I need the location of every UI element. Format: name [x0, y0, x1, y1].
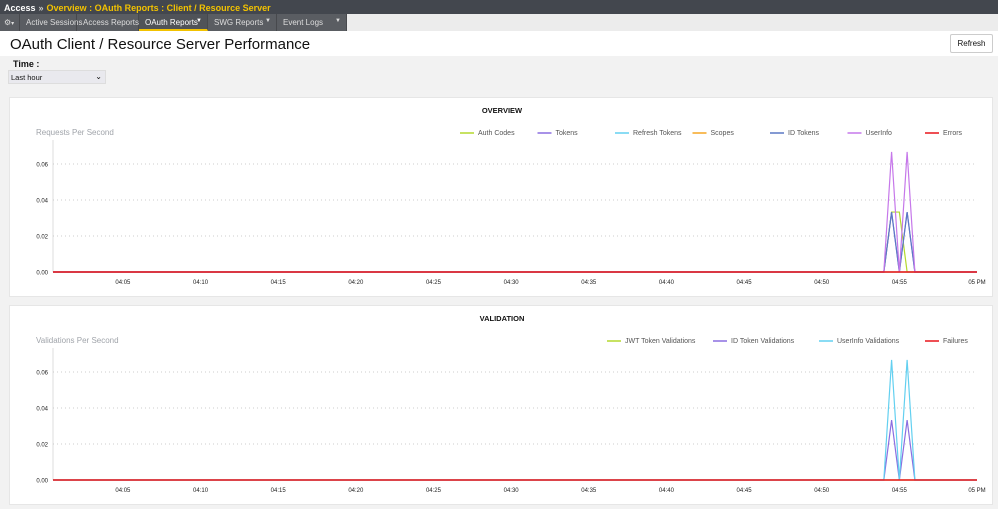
tab-label: Active Sessions — [26, 18, 83, 27]
legend-label: Failures — [943, 338, 968, 345]
y-tick-label: 0.06 — [36, 371, 48, 377]
series-line-id-tokens — [53, 211, 977, 273]
x-tick-label: 04:10 — [193, 488, 209, 494]
y-axis-label: Requests Per Second — [36, 128, 114, 137]
x-tick-label: 04:45 — [737, 488, 753, 494]
top-breadcrumb-bar: Access» Overview : OAuth Reports : Client… — [0, 0, 998, 14]
chevron-down-icon: ⌄ — [95, 72, 102, 81]
legend-label: ID Token Validations — [731, 338, 795, 345]
tab-label: Access Reports — [83, 18, 140, 27]
y-tick-label: 0.00 — [36, 271, 48, 277]
breadcrumb-separator: » — [38, 3, 44, 13]
y-tick-label: 0.04 — [36, 407, 48, 413]
chart-title: OVERVIEW — [482, 106, 523, 115]
tab-label: Event Logs — [283, 18, 324, 27]
time-label: Time : — [13, 59, 40, 69]
x-tick-label: 04:35 — [581, 488, 597, 494]
nav-tab-bar: ⚙▾ Active Sessions Access Reports OAuth … — [0, 14, 998, 31]
tab-swg-reports[interactable]: SWG Reports ▼ — [208, 14, 277, 31]
page-header: OAuth Client / Resource Server Performan… — [0, 31, 998, 56]
legend-label: Tokens — [556, 130, 579, 137]
y-tick-label: 0.06 — [36, 163, 48, 169]
page-title: OAuth Client / Resource Server Performan… — [10, 36, 311, 53]
validation-chart: VALIDATION Validations Per Second 0.00 0.02… — [36, 314, 986, 494]
x-tick-label: 04:40 — [659, 488, 675, 494]
chart-title: VALIDATION — [480, 314, 525, 323]
tab-oauth-reports[interactable]: OAuth Reports ▼ — [139, 14, 208, 31]
x-tick-label: 04:30 — [504, 488, 520, 494]
x-tick-label: 04:45 — [737, 280, 753, 286]
refresh-button[interactable]: Refresh — [950, 34, 993, 53]
tab-access-reports[interactable]: Access Reports — [77, 14, 139, 31]
time-range-select[interactable]: Last hour ⌄ — [8, 70, 106, 84]
x-tick-label: 04:30 — [504, 280, 520, 286]
legend-label: Auth Codes — [478, 130, 515, 137]
x-tick-label: 04:15 — [271, 488, 287, 494]
x-tick-label: 04:25 — [426, 280, 442, 286]
chevron-down-icon: ▼ — [335, 18, 341, 24]
x-tick-label: 04:10 — [193, 280, 209, 286]
x-tick-label: 04:15 — [271, 280, 287, 286]
tab-label: OAuth Reports — [145, 18, 198, 27]
legend-label: UserInfo Validations — [837, 338, 900, 345]
y-tick-label: 0.04 — [36, 199, 48, 205]
series-line-userinfo-validations — [53, 359, 977, 481]
validation-chart-panel: VALIDATION Validations Per Second 0.00 0.02… — [9, 305, 993, 505]
x-tick-label: 05 PM — [968, 280, 985, 286]
x-tick-label: 04:05 — [115, 488, 131, 494]
series-line-userinfo — [53, 151, 977, 273]
y-tick-label: 0.00 — [36, 479, 48, 485]
x-tick-label: 04:20 — [348, 280, 364, 286]
tab-label: SWG Reports — [214, 18, 264, 27]
x-tick-label: 04:55 — [892, 488, 908, 494]
legend-label: Refresh Tokens — [633, 130, 682, 137]
y-tick-label: 0.02 — [36, 235, 48, 241]
x-tick-label: 04:35 — [581, 280, 597, 286]
series-line-auth-codes — [53, 211, 977, 273]
overview-chart: OVERVIEW Requests Per Second 0.00 0.02 0.04 0… — [36, 106, 986, 286]
tab-event-logs[interactable]: Event Logs ▼ — [277, 14, 347, 31]
x-tick-label: 04:40 — [659, 280, 675, 286]
x-tick-label: 04:50 — [814, 280, 830, 286]
breadcrumb-root[interactable]: Access — [4, 3, 36, 13]
x-tick-label: 04:05 — [115, 280, 131, 286]
series-line-id-token-validations — [53, 419, 977, 481]
x-tick-label: 04:20 — [348, 488, 364, 494]
y-tick-label: 0.02 — [36, 443, 48, 449]
tab-settings[interactable]: ⚙▾ — [0, 14, 20, 31]
legend-label: UserInfo — [866, 130, 893, 137]
series-line-tokens — [53, 211, 977, 273]
chevron-down-icon: ▼ — [265, 18, 271, 24]
x-tick-label: 04:55 — [892, 280, 908, 286]
x-tick-label: 05 PM — [968, 488, 985, 494]
overview-chart-panel: OVERVIEW Requests Per Second 0.00 0.02 0.04 0… — [9, 97, 993, 297]
legend-label: ID Tokens — [788, 130, 819, 137]
time-range-value: Last hour — [11, 73, 43, 82]
breadcrumb[interactable]: Overview : OAuth Reports : Client / Reso… — [47, 3, 271, 13]
x-tick-label: 04:50 — [814, 488, 830, 494]
legend-label: Errors — [943, 130, 963, 137]
chevron-down-icon: ▾ — [11, 21, 15, 27]
x-tick-label: 04:25 — [426, 488, 442, 494]
legend-label: Scopes — [711, 130, 735, 137]
y-axis-label: Validations Per Second — [36, 336, 119, 345]
legend-label: JWT Token Validations — [625, 338, 696, 345]
chevron-down-icon: ▼ — [196, 18, 202, 24]
tab-active-sessions[interactable]: Active Sessions — [20, 14, 82, 31]
